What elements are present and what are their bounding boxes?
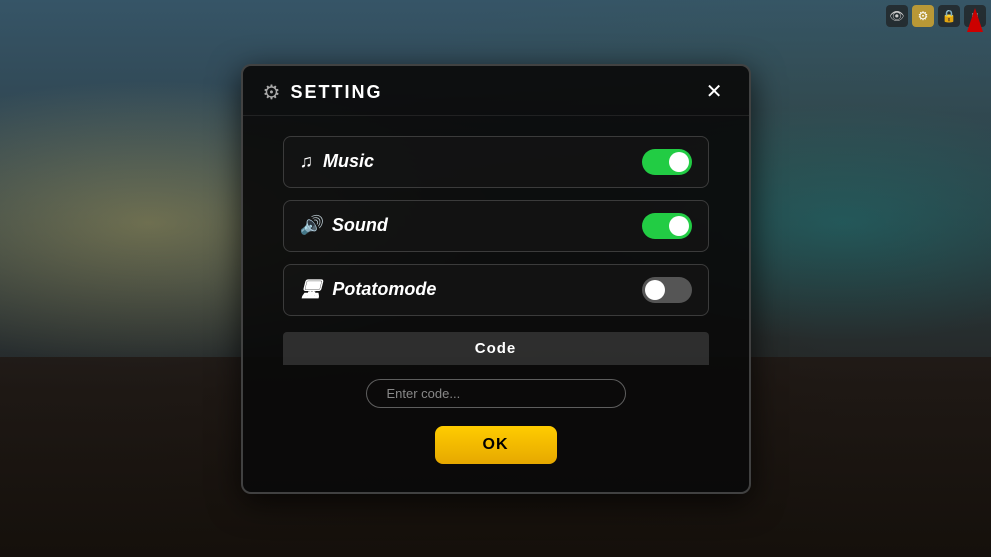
potatomode-label: 🖥 Potatomode — [300, 279, 437, 300]
sound-toggle[interactable] — [642, 213, 692, 239]
dialog-title: SETTING — [290, 82, 382, 103]
potatomode-icon: 🖥 — [300, 279, 323, 300]
potatomode-setting-row: 🖥 Potatomode — [283, 264, 709, 316]
music-label: ♫ Music — [300, 151, 375, 172]
modal-overlay: ⚙ SETTING ✕ ♫ Music — [0, 0, 991, 557]
ok-button[interactable]: OK — [435, 426, 557, 464]
settings-dialog: ⚙ SETTING ✕ ♫ Music — [241, 64, 751, 494]
music-toggle-thumb — [669, 152, 689, 172]
sound-label: 🔊 Sound — [300, 215, 388, 236]
dialog-header: ⚙ SETTING ✕ — [243, 66, 749, 116]
potatomode-toggle[interactable] — [642, 277, 692, 303]
dialog-body: ♫ Music 🔊 Sound — [243, 116, 749, 492]
code-section: Code OK — [283, 332, 709, 468]
sound-icon: 🔊 — [300, 215, 322, 236]
code-input-wrap — [283, 365, 709, 418]
dialog-title-area: ⚙ SETTING — [263, 80, 383, 105]
sound-setting-row: 🔊 Sound — [283, 200, 709, 252]
potatomode-toggle-thumb — [645, 280, 665, 300]
code-input[interactable] — [366, 379, 626, 408]
music-setting-row: ♫ Music — [283, 136, 709, 188]
close-button[interactable]: ✕ — [700, 80, 729, 104]
ok-button-wrap: OK — [283, 418, 709, 468]
music-toggle[interactable] — [642, 149, 692, 175]
code-header: Code — [283, 332, 709, 365]
music-icon: ♫ — [300, 151, 314, 172]
sound-toggle-thumb — [669, 216, 689, 236]
dialog-gear-icon: ⚙ — [263, 80, 281, 105]
